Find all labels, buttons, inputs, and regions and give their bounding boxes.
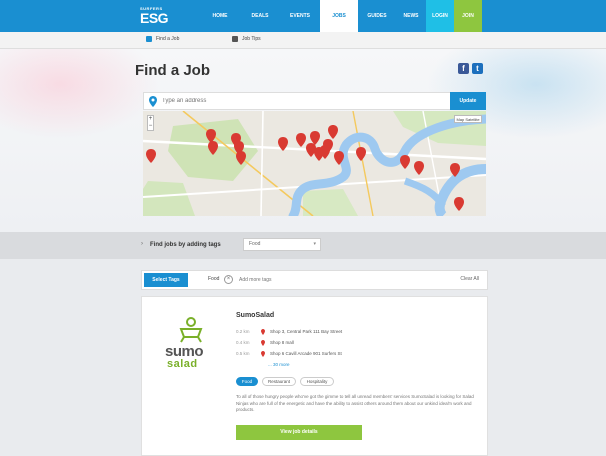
map-canvas[interactable]: [143, 111, 486, 216]
breadcrumb-tips-label: Job Tips: [242, 36, 261, 42]
twitter-icon[interactable]: t: [472, 63, 483, 74]
map-zoom-control[interactable]: + −: [147, 115, 154, 131]
clear-all-link[interactable]: Clear All: [460, 276, 479, 282]
facebook-icon[interactable]: f: [458, 63, 469, 74]
logo-word-salad: salad: [167, 358, 198, 370]
breadcrumb-job-tips[interactable]: Job Tips: [232, 36, 261, 42]
nav-news[interactable]: NEWS: [396, 0, 426, 32]
map-type-toggle[interactable]: Map Satellite: [454, 115, 482, 123]
view-job-details-button[interactable]: View job details: [236, 425, 362, 440]
remove-tag-icon[interactable]: ×: [224, 275, 233, 284]
sumosalad-logo: sumo salad: [164, 317, 224, 373]
tags-panel: Select Tags Food × Clear All: [141, 270, 488, 290]
filter-label: Find jobs by adding tags: [150, 242, 221, 248]
breadcrumb-find-label: Find a Job: [156, 36, 180, 42]
location-search: Update: [143, 92, 486, 110]
site-logo[interactable]: SURFERS ESG: [140, 4, 169, 28]
sumo-figure-icon: [179, 317, 203, 343]
business-name[interactable]: SumoSalad: [236, 312, 274, 319]
tag-chip-food[interactable]: Food: [236, 377, 258, 386]
location-distance: 0.5 km: [236, 351, 250, 356]
job-listing-card: sumo salad SumoSalad 0.2 km Shop 3, Cent…: [141, 296, 488, 456]
briefcase-icon: [146, 36, 152, 42]
update-button[interactable]: Update: [450, 92, 486, 110]
breadcrumb-find-job[interactable]: Find a Job: [146, 36, 179, 42]
logo-main-text: ESG: [140, 10, 169, 26]
top-navigation: SURFERS ESG HOME DEALS EVENTS JOBS GUIDE…: [0, 0, 606, 32]
location-address: Shop 6 Cavill Arcade 901 Surfers St: [270, 351, 342, 356]
tag-chip-restaurant[interactable]: Restaurant: [262, 377, 296, 386]
location-row[interactable]: 0.4 km Shop 8 mall: [236, 338, 294, 347]
zoom-in-button[interactable]: +: [148, 116, 153, 123]
location-row[interactable]: 0.5 km Shop 6 Cavill Arcade 901 Surfers …: [236, 349, 342, 358]
active-tag: Food: [208, 276, 220, 282]
more-locations-link[interactable]: ... 30 more: [268, 362, 290, 367]
add-tags-input[interactable]: [239, 275, 339, 285]
location-address: Shop 3, Central Park 111 Bay Street: [270, 329, 343, 334]
tag-chip-hospitality[interactable]: Hospitality: [300, 377, 334, 386]
location-row[interactable]: 0.2 km Shop 3, Central Park 111 Bay Stre…: [236, 327, 342, 336]
nav-login[interactable]: LOGIN: [426, 0, 454, 32]
chevron-right-icon: ›: [141, 241, 143, 247]
location-distance: 0.4 km: [236, 340, 250, 345]
location-distance: 0.2 km: [236, 329, 250, 334]
map-pin-icon: [261, 339, 265, 346]
location-address: Shop 8 mall: [270, 340, 294, 345]
document-icon: [232, 36, 238, 42]
tag-select-value: Food: [249, 241, 261, 247]
nav-join[interactable]: JOIN: [454, 0, 482, 32]
job-map[interactable]: + − Map Satellite: [143, 111, 486, 216]
nav-guides[interactable]: GUIDES: [358, 0, 396, 32]
map-pin-icon: [261, 328, 265, 335]
map-pin-icon: [261, 350, 265, 357]
location-pin-icon: [149, 96, 157, 107]
nav-jobs[interactable]: JOBS: [320, 0, 358, 32]
nav-events[interactable]: EVENTS: [280, 0, 320, 32]
address-input[interactable]: [162, 95, 442, 107]
chevron-down-icon: ▾: [313, 241, 316, 247]
job-description: To all of those hungry people who've got…: [236, 394, 474, 412]
page-title: Find a Job: [135, 62, 210, 79]
nav-deals[interactable]: DEALS: [240, 0, 280, 32]
select-tags-button[interactable]: Select Tags: [144, 273, 188, 287]
breadcrumb: Find a Job Job Tips: [0, 32, 606, 49]
zoom-out-button[interactable]: −: [148, 123, 153, 130]
tag-select[interactable]: Food ▾: [243, 238, 321, 251]
nav-home[interactable]: HOME: [200, 0, 240, 32]
